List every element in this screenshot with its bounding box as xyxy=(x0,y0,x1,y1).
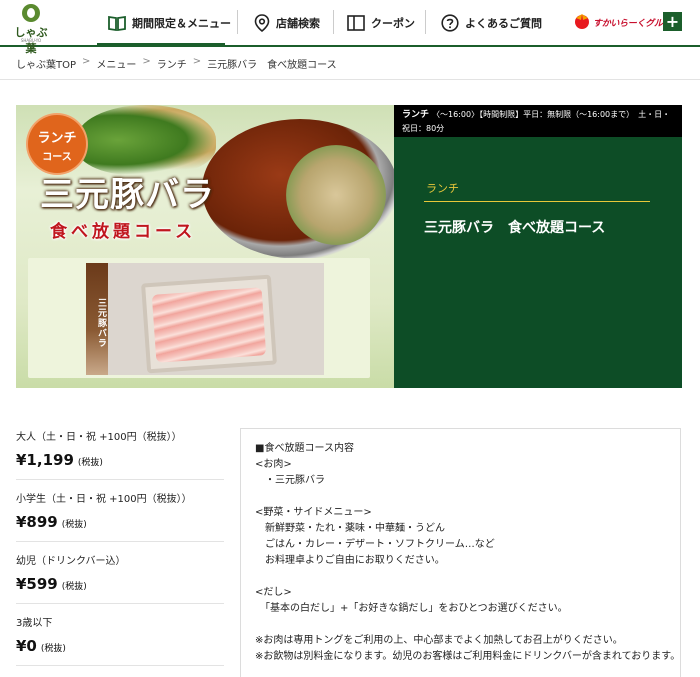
nav-store-search[interactable]: 店舗検索 xyxy=(254,0,320,45)
nav-divider xyxy=(333,10,334,34)
details-line: 新鮮野菜・たれ・薬味・中華麺・うどん xyxy=(255,523,445,534)
price-tax-note: (税抜) xyxy=(61,582,87,592)
broth-image xyxy=(286,145,386,245)
nav-divider xyxy=(425,10,426,34)
price-tax-note: (税抜) xyxy=(40,644,66,654)
details-line: ■食べ放題コース内容 xyxy=(255,443,354,454)
price-tax-note: (税抜) xyxy=(77,458,103,468)
breadcrumb-separator: > xyxy=(82,56,91,67)
hero-image: ランチ コース 三元豚バラ 食べ放題コース 三元豚バラ xyxy=(16,105,394,388)
breadcrumb-separator: > xyxy=(142,56,151,67)
site-header: しゃぶ葉 SHABU-YO 期間限定＆メニュー 店舗検索 クーポン よくあるご質… xyxy=(0,0,700,55)
question-icon xyxy=(441,13,459,32)
price-label: 大人（土・日・祝 +100円（税抜）） xyxy=(16,432,182,443)
details-line: <野菜・サイドメニュー> xyxy=(255,507,372,518)
price-label: 幼児（ドリンクバー込） xyxy=(16,556,126,567)
price-item-infant: 幼児（ドリンクバー込） ¥599 (税抜) xyxy=(16,552,224,604)
details-line: <お肉> xyxy=(255,459,292,470)
badge-line1: ランチ xyxy=(37,131,77,146)
nav-divider xyxy=(237,10,238,34)
leaf-icon xyxy=(22,4,40,22)
breadcrumb-lunch[interactable]: ランチ xyxy=(157,56,187,71)
price-list: 大人（土・日・祝 +100円（税抜）） ¥1,199 (税抜) 小学生（土・日・祝… xyxy=(16,428,224,676)
details-line xyxy=(255,489,666,505)
price-tax-note: (税抜) xyxy=(61,520,87,530)
group-logo-icon xyxy=(573,13,591,31)
breadcrumb-divider xyxy=(0,79,700,80)
price-amount: ¥1,199 xyxy=(16,451,74,469)
hero-title: 三元豚バラ xyxy=(40,175,215,215)
price-value: ¥599 (税抜) xyxy=(16,575,224,593)
hero-subtitle: 食べ放題コース xyxy=(50,222,197,242)
breadcrumb-top[interactable]: しゃぶ葉TOP xyxy=(16,56,76,71)
details-line: 「基本の白だし」+「お好きな鍋だし」をおひとつお選びください。 xyxy=(255,603,568,614)
course-hours-label: ランチ xyxy=(402,110,430,120)
nav-coupon[interactable]: クーポン xyxy=(347,0,415,45)
price-amount: ¥599 xyxy=(16,575,58,593)
breadcrumb-current: 三元豚バラ 食べ放題コース xyxy=(207,60,337,71)
map-pin-icon xyxy=(254,13,270,32)
details-line: <だし> xyxy=(255,587,292,598)
price-value: ¥899 (税抜) xyxy=(16,513,224,531)
price-label: 3歳以下 xyxy=(16,618,53,629)
details-line: ※お肉は専用トングをご利用の上、中心部までよく加熱してお召上がりください。 xyxy=(255,635,623,646)
nav-coupon-label: クーポン xyxy=(371,16,415,30)
price-value: ¥1,199 (税抜) xyxy=(16,451,224,469)
nav-menu-label: 期間限定＆メニュー xyxy=(132,16,231,30)
breadcrumb: しゃぶ葉TOP > メニュー > ランチ > 三元豚バラ 食べ放題コース xyxy=(16,56,337,71)
price-label: 小学生（土・日・祝 +100円（税抜）） xyxy=(16,494,192,505)
nav-faq-label: よくあるご質問 xyxy=(465,16,542,30)
course-hours: ランチ 〈～16:00〉【時間制限】平日：無制限（～16:00まで） 土・日・祝日… xyxy=(394,105,682,137)
nav-menu[interactable]: 期間限定＆メニュー xyxy=(108,0,231,45)
price-amount: ¥0 xyxy=(16,637,37,655)
price-value: ¥0 (税抜) xyxy=(16,637,224,655)
course-info-panel: ランチ 〈～16:00〉【時間制限】平日：無制限（～16:00まで） 土・日・祝日… xyxy=(394,105,682,388)
nav-active-indicator xyxy=(97,43,225,46)
details-line xyxy=(255,617,666,633)
lunch-course-badge: ランチ コース xyxy=(28,115,86,173)
book-icon xyxy=(108,15,126,31)
pork-slices-image xyxy=(151,287,267,363)
price-item-adult: 大人（土・日・祝 +100円（税抜）） ¥1,199 (税抜) xyxy=(16,428,224,480)
badge-line2: コース xyxy=(42,152,72,163)
details-line: ごはん・カレー・デザート・ソフトクリーム…など xyxy=(255,539,495,550)
breadcrumb-separator: > xyxy=(192,56,202,67)
meat-label: 三元豚バラ xyxy=(86,263,108,375)
details-line: ・三元豚バラ xyxy=(255,475,325,486)
course-divider xyxy=(424,201,650,202)
price-item-elementary: 小学生（土・日・祝 +100円（税抜）） ¥899 (税抜) xyxy=(16,490,224,542)
nav-faq[interactable]: よくあるご質問 xyxy=(441,0,542,45)
details-line: ※お飲物は別料金になります。幼児のお客様はご利用料金にドリンクバーが含まれており… xyxy=(255,651,681,662)
price-item-under3: 3歳以下 ¥0 (税抜) xyxy=(16,614,224,666)
site-logo[interactable]: しゃぶ葉 SHABU-YO xyxy=(10,2,52,55)
expand-plus-button[interactable]: + xyxy=(663,12,682,31)
price-amount: ¥899 xyxy=(16,513,58,531)
vegetables-image xyxy=(76,105,216,175)
breadcrumb-menu[interactable]: メニュー xyxy=(96,56,136,71)
course-name: 三元豚バラ 食べ放題コース xyxy=(424,220,606,236)
details-line xyxy=(255,569,666,585)
coupon-icon xyxy=(347,14,365,31)
nav-store-search-label: 店舗検索 xyxy=(276,16,320,30)
logo-subtext: SHABU-YO xyxy=(20,38,42,43)
details-line: お料理卓よりご自由にお取りください。 xyxy=(255,555,445,566)
course-details: ■食べ放題コース内容 <お肉> ・三元豚バラ <野菜・サイドメニュー> 新鮮野菜… xyxy=(240,428,681,677)
course-category: ランチ xyxy=(426,182,459,195)
course-hours-text: 〈～16:00〉【時間制限】平日：無制限（～16:00まで） 土・日・祝日：80… xyxy=(402,110,671,133)
